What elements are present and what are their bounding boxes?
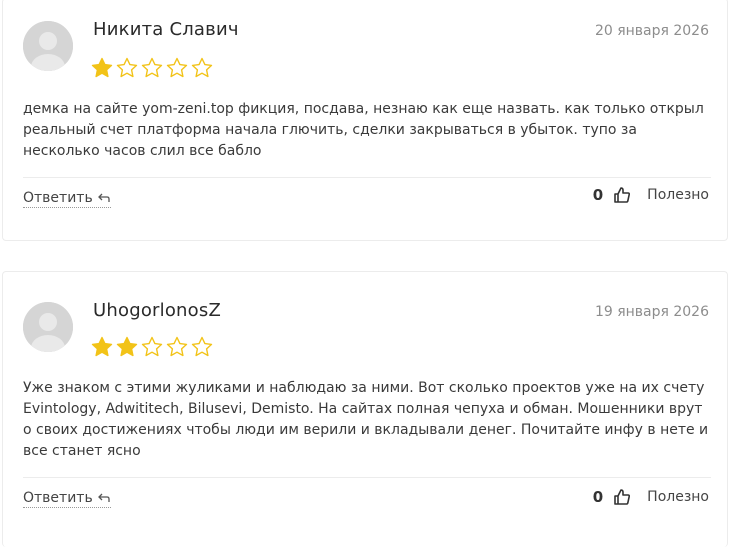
star-icon: [91, 336, 113, 357]
review-card: UhogorlonosZ 19 января 2026 Уже знаком с…: [2, 271, 728, 547]
star-icon: [166, 57, 188, 78]
avatar: [23, 302, 73, 352]
star-icon: [116, 57, 138, 78]
star-icon: [141, 336, 163, 357]
useful-count: 0: [592, 186, 604, 204]
star-icon: [191, 57, 213, 78]
star-icon: [191, 336, 213, 357]
useful-label: Полезно: [647, 187, 709, 203]
useful-count: 0: [592, 488, 604, 506]
thumbs-up-icon[interactable]: [613, 186, 631, 204]
divider: [23, 177, 711, 178]
review-date: 19 января 2026: [594, 304, 709, 320]
review-author: UhogorlonosZ: [93, 300, 221, 321]
user-avatar-icon: [23, 302, 73, 352]
review-card: Никита Славич 20 января 2026 демка на са…: [2, 0, 728, 241]
star-icon: [141, 57, 163, 78]
useful-votes: 0 Полезно: [593, 488, 709, 506]
reply-button[interactable]: Ответить: [23, 490, 111, 508]
star-icon: [116, 336, 138, 357]
rating-stars: [91, 336, 213, 358]
user-avatar-icon: [23, 21, 73, 71]
useful-label: Полезно: [647, 489, 709, 505]
star-icon: [166, 336, 188, 357]
divider: [23, 477, 711, 478]
reply-button[interactable]: Ответить: [23, 190, 111, 208]
rating-stars: [91, 57, 213, 79]
star-icon: [91, 57, 113, 78]
useful-votes: 0 Полезно: [593, 186, 709, 204]
reply-arrow-icon: [97, 493, 110, 502]
thumbs-up-icon[interactable]: [613, 488, 631, 506]
reply-label: Ответить: [23, 490, 93, 506]
reply-arrow-icon: [97, 193, 110, 202]
reply-label: Ответить: [23, 190, 93, 206]
review-text: Уже знаком с этими жуликами и наблюдаю з…: [23, 380, 709, 459]
review-date: 20 января 2026: [594, 23, 709, 39]
avatar: [23, 21, 73, 71]
review-author: Никита Славич: [93, 19, 239, 40]
review-text: демка на сайте yom-zeni.top фикция, посд…: [23, 101, 704, 159]
